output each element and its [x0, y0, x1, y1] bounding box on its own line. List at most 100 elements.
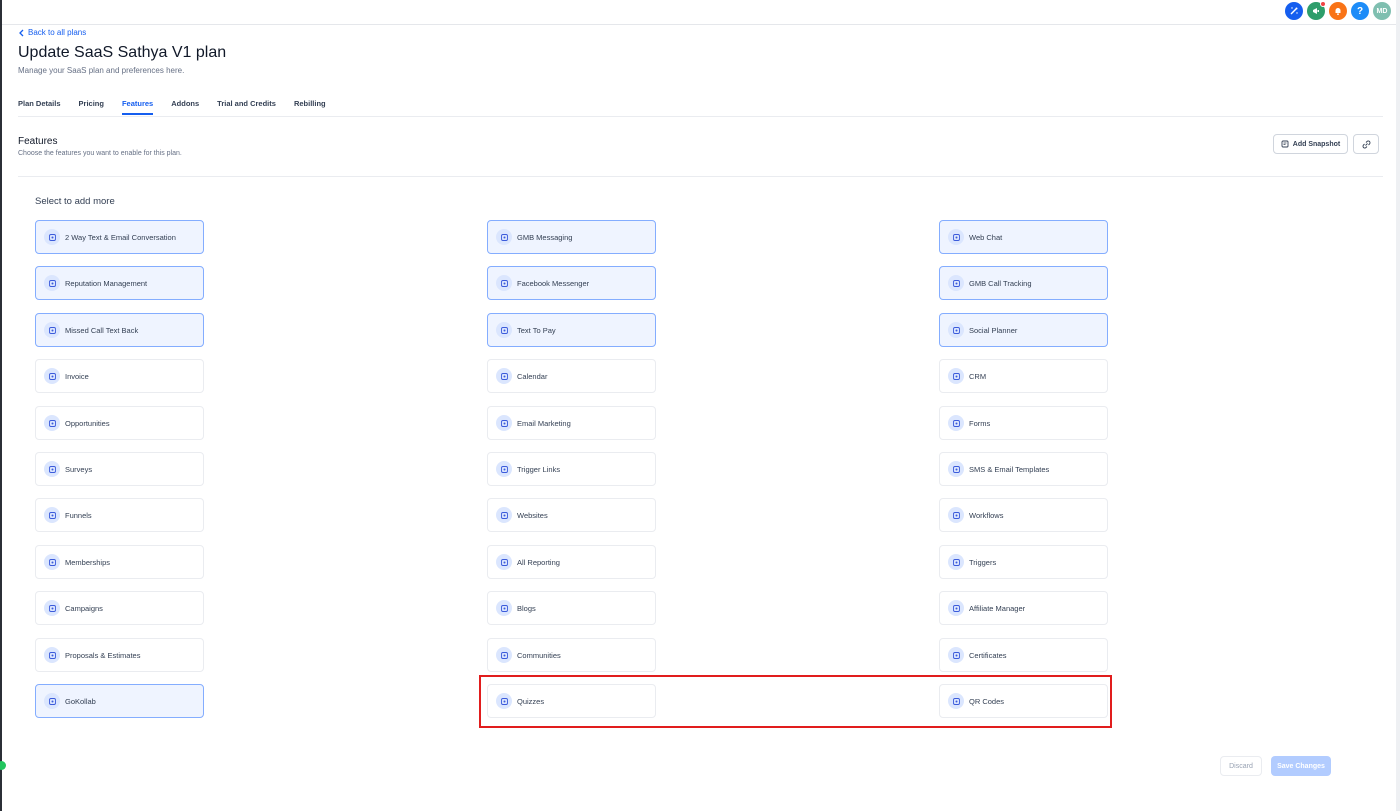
feature-label: Proposals & Estimates	[65, 650, 141, 660]
crm-icon	[948, 368, 964, 384]
surveys-icon	[44, 461, 60, 477]
feature-label: Affiliate Manager	[969, 603, 1026, 613]
feature-card[interactable]: Blogs	[487, 591, 656, 625]
proposal-icon	[44, 647, 60, 663]
scrollbar-track[interactable]	[1396, 0, 1400, 811]
feature-card[interactable]: All Reporting	[487, 545, 656, 579]
triggers-icon	[948, 554, 964, 570]
window-left-edge	[0, 0, 2, 811]
tab-pricing[interactable]: Pricing	[79, 99, 104, 115]
link-icon	[1362, 140, 1370, 148]
save-changes-button[interactable]: Save Changes	[1271, 756, 1331, 776]
feature-card[interactable]: Communities	[487, 638, 656, 672]
feature-label: Calendar	[517, 371, 548, 381]
feature-card[interactable]: Calendar	[487, 359, 656, 393]
website-icon	[496, 507, 512, 523]
discard-button[interactable]: Discard	[1220, 756, 1262, 776]
feature-card[interactable]: Opportunities	[35, 406, 204, 440]
feature-card[interactable]: Memberships	[35, 545, 204, 579]
feature-card[interactable]: 2 Way Text & Email Conversation	[35, 220, 204, 254]
tab-features[interactable]: Features	[121, 99, 154, 115]
email-icon	[496, 415, 512, 431]
feature-card[interactable]: Workflows	[939, 498, 1108, 532]
feature-card[interactable]: SMS & Email Templates	[939, 452, 1108, 486]
feature-card[interactable]: Affiliate Manager	[939, 591, 1108, 625]
call-tracking-icon	[948, 275, 964, 291]
feature-card[interactable]: Quizzes	[487, 684, 656, 718]
section-title: Features	[18, 136, 58, 147]
back-link-label: Back to all plans	[28, 28, 87, 37]
missed-call-icon	[44, 322, 60, 338]
feature-card[interactable]: Forms	[939, 406, 1108, 440]
feature-label: Communities	[517, 650, 561, 660]
page-title: Update SaaS Sathya V1 plan	[18, 44, 227, 61]
feature-card[interactable]: Proposals & Estimates	[35, 638, 204, 672]
feature-card[interactable]: Funnels	[35, 498, 204, 532]
feature-label: Websites	[517, 510, 548, 520]
campaign-icon	[44, 600, 60, 616]
feature-card[interactable]: Facebook Messenger	[487, 266, 656, 300]
reporting-icon	[496, 554, 512, 570]
forms-icon	[948, 415, 964, 431]
feature-label: QR Codes	[969, 696, 1005, 706]
trigger-links-icon	[496, 461, 512, 477]
chat-icon	[44, 229, 60, 245]
feature-label: Invoice	[65, 371, 89, 381]
copy-link-button[interactable]	[1353, 134, 1379, 154]
feature-card[interactable]: Web Chat	[939, 220, 1108, 254]
feature-card[interactable]: GoKollab	[35, 684, 204, 718]
feature-card[interactable]: Certificates	[939, 638, 1108, 672]
feature-label: All Reporting	[517, 557, 560, 567]
feature-card[interactable]: CRM	[939, 359, 1108, 393]
feature-card[interactable]: Reputation Management	[35, 266, 204, 300]
feature-card[interactable]: Surveys	[35, 452, 204, 486]
megaphone-icon[interactable]	[1307, 1, 1326, 20]
feature-label: Facebook Messenger	[517, 278, 590, 288]
social-icon	[948, 322, 964, 338]
feature-card[interactable]: GMB Call Tracking	[939, 266, 1108, 300]
feature-label: GMB Messaging	[517, 232, 573, 242]
feature-card[interactable]: Social Planner	[939, 313, 1108, 347]
tab-trial-and-credits[interactable]: Trial and Credits	[217, 99, 276, 115]
feature-label: Forms	[969, 418, 991, 428]
section-subtitle: Choose the features you want to enable f…	[18, 150, 182, 157]
messenger-icon	[496, 275, 512, 291]
notification-dot	[1320, 1, 1326, 7]
feature-card[interactable]: Campaigns	[35, 591, 204, 625]
feature-card[interactable]: Websites	[487, 498, 656, 532]
add-snapshot-button[interactable]: Add Snapshot	[1273, 134, 1348, 154]
top-icon-bar: ? MD	[1285, 1, 1391, 20]
tabs-divider	[18, 116, 1383, 117]
feature-label: Surveys	[65, 464, 93, 474]
tab-plan-details[interactable]: Plan Details	[18, 99, 61, 115]
feature-card[interactable]: Invoice	[35, 359, 204, 393]
feature-card[interactable]: Trigger Links	[487, 452, 656, 486]
blog-icon	[496, 600, 512, 616]
feature-card[interactable]: QR Codes	[939, 684, 1108, 718]
feature-label: Web Chat	[969, 232, 1003, 242]
feature-label: CRM	[969, 371, 987, 381]
help-icon[interactable]: ?	[1351, 2, 1369, 20]
gokollab-icon	[44, 693, 60, 709]
feature-card[interactable]: GMB Messaging	[487, 220, 656, 254]
topbar-divider	[2, 24, 1396, 25]
opportunities-icon	[44, 415, 60, 431]
text-to-pay-icon	[496, 322, 512, 338]
bell-icon[interactable]	[1329, 2, 1347, 20]
feature-card[interactable]: Email Marketing	[487, 406, 656, 440]
magic-wand-icon[interactable]	[1285, 2, 1303, 20]
feature-card[interactable]: Missed Call Text Back	[35, 313, 204, 347]
tab-rebilling[interactable]: Rebilling	[294, 99, 326, 115]
feature-label: Certificates	[969, 650, 1007, 660]
feature-label: Trigger Links	[517, 464, 561, 474]
feature-label: Workflows	[969, 510, 1004, 520]
feature-label: 2 Way Text & Email Conversation	[65, 232, 176, 242]
feature-label: SMS & Email Templates	[969, 464, 1050, 474]
tab-addons[interactable]: Addons	[171, 99, 199, 115]
feature-card[interactable]: Triggers	[939, 545, 1108, 579]
feature-card[interactable]: Text To Pay	[487, 313, 656, 347]
avatar[interactable]: MD	[1373, 2, 1391, 20]
back-link[interactable]: Back to all plans	[18, 28, 86, 37]
webchat-icon	[948, 229, 964, 245]
add-snapshot-label: Add Snapshot	[1292, 140, 1341, 148]
